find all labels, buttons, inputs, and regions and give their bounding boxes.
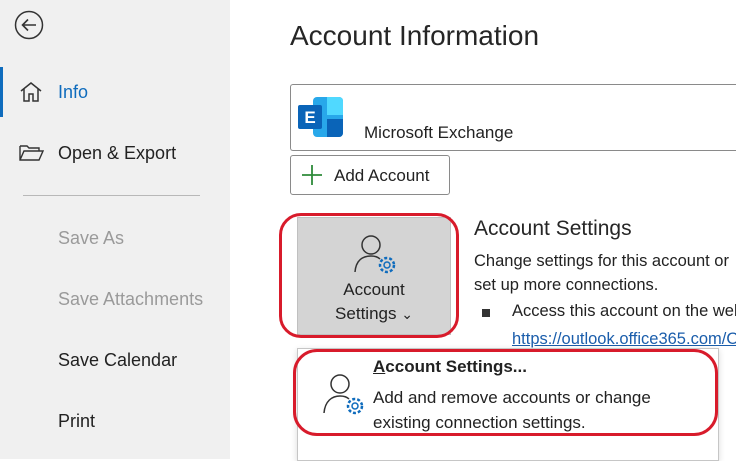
home-icon	[20, 82, 42, 102]
sidebar-divider	[23, 195, 200, 196]
plus-icon	[302, 165, 322, 185]
sidebar-item-label: Save Calendar	[58, 349, 178, 370]
page-title: Account Information	[290, 20, 540, 51]
add-account-label: Add Account	[334, 166, 430, 185]
bullet-icon	[482, 309, 490, 317]
annotation-highlight	[279, 213, 459, 338]
sidebar-item-info[interactable]: Info	[0, 72, 230, 112]
sidebar-item-label: Save Attachments	[58, 288, 204, 309]
sidebar-item-label: Print	[58, 410, 96, 431]
sidebar-item-save-calendar[interactable]: Save Calendar	[0, 340, 230, 380]
section-heading: Account Settings	[474, 217, 632, 240]
section-description: Change settings for this account or set …	[474, 252, 729, 294]
sidebar-item-label: Save As	[58, 227, 125, 248]
account-selector[interactable]: E Microsoft Exchange	[290, 84, 736, 151]
back-arrow-icon[interactable]	[14, 10, 44, 40]
add-account-button[interactable]: Add Account	[290, 155, 450, 195]
account-name: Microsoft Exchange	[364, 123, 514, 142]
backstage-sidebar: Info Open & Export Save As Save Attachme…	[0, 0, 230, 459]
sidebar-item-print[interactable]: Print	[0, 401, 230, 441]
exchange-logo-letter: E	[304, 108, 315, 127]
sidebar-item-label: Info	[58, 81, 89, 102]
owa-link[interactable]: https://outlook.office365.com/OWA/	[512, 330, 736, 349]
sidebar-item-save-as: Save As	[0, 218, 230, 258]
exchange-logo-icon: E	[298, 97, 343, 137]
sidebar-item-label: Open & Export	[58, 142, 177, 163]
sidebar-item-open-export[interactable]: Open & Export	[0, 133, 230, 173]
folder-open-icon	[19, 145, 44, 161]
annotation-highlight	[293, 349, 718, 436]
main-panel: Account Information E Microsoft Exchange…	[230, 0, 736, 461]
bullet-text: Access this account on the web.	[512, 302, 736, 320]
sidebar-item-save-attachments: Save Attachments	[0, 279, 230, 319]
